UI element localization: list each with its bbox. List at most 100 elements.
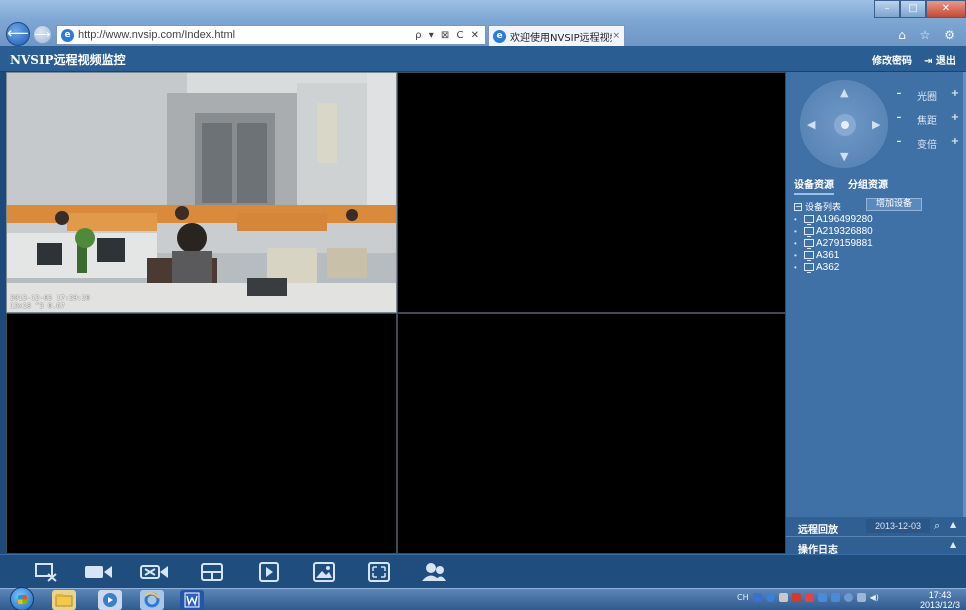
tab-ie-icon: e: [493, 29, 506, 43]
clock-date: 2013/12/3: [919, 600, 960, 610]
monitor-icon: [804, 263, 814, 273]
record-icon[interactable]: [84, 560, 112, 584]
focus-minus-button[interactable]: –: [894, 112, 904, 127]
tab-device-resources[interactable]: 设备资源: [794, 176, 834, 195]
close-all-video-icon[interactable]: [32, 560, 60, 584]
video-window-2[interactable]: [397, 72, 786, 313]
ptz-center-button[interactable]: [834, 114, 856, 136]
timestamp-line-1: 2013-12-03 17:29:20: [10, 294, 91, 302]
iris-control: – 光圈 +: [894, 88, 960, 103]
focus-control: – 焦距 +: [894, 112, 960, 127]
add-device-button[interactable]: 增加设备: [866, 198, 922, 211]
tray-app-icon[interactable]: [752, 593, 762, 602]
logout-icon: ⇥: [924, 56, 933, 67]
focus-plus-button[interactable]: +: [950, 112, 960, 127]
input-language[interactable]: CH: [737, 593, 749, 602]
internet-explorer-icon[interactable]: [140, 590, 164, 610]
help-icon[interactable]: [765, 593, 775, 602]
device-node[interactable]: • A279159881: [794, 237, 873, 249]
forward-button[interactable]: ⟶: [33, 25, 52, 44]
video-window-4[interactable]: [397, 313, 786, 554]
address-tools[interactable]: ρ ▾ ⊠ C ✕: [415, 30, 485, 41]
video-window-3[interactable]: [6, 313, 397, 554]
stop-record-icon[interactable]: [140, 560, 168, 584]
minimize-button[interactable]: –: [874, 0, 900, 18]
device-id: A361: [816, 249, 840, 261]
ptz-center-dot: [841, 121, 849, 129]
system-tray: CH ◀): [737, 593, 879, 602]
tray-shield-icon[interactable]: [817, 593, 827, 602]
timestamp-line-2: 13x18 ^3 0.67: [10, 302, 65, 310]
monitor-icon: [804, 227, 814, 237]
wps-writer-icon[interactable]: [180, 590, 204, 610]
ptz-right-icon[interactable]: ▶: [872, 119, 880, 130]
operation-log-bar: 操作日志 ▲: [786, 536, 966, 556]
expand-up-icon[interactable]: ▲: [950, 540, 956, 549]
start-button[interactable]: [10, 587, 34, 610]
browser-chrome: ⟵ ⟶ e http://www.nvsip.com/Index.html ρ …: [0, 0, 966, 46]
iris-label: 光圈: [917, 92, 937, 103]
device-node[interactable]: • A361: [794, 249, 873, 261]
iris-minus-button[interactable]: –: [894, 88, 904, 103]
tray-antivirus-icon[interactable]: [791, 593, 801, 602]
bottom-toolbar: [0, 554, 966, 588]
ptz-direction-pad[interactable]: ▲ ▼ ◀ ▶: [800, 80, 888, 168]
monitor-icon: [804, 251, 814, 261]
device-id: A196499280: [816, 213, 873, 225]
iris-plus-button[interactable]: +: [950, 88, 960, 103]
search-icon[interactable]: ⌕: [934, 519, 940, 533]
device-node[interactable]: • A219326880: [794, 225, 873, 237]
maximize-button[interactable]: □: [900, 0, 926, 18]
tree-bullet-icon: •: [794, 262, 797, 272]
network-icon[interactable]: [856, 593, 866, 602]
app-title: NVSIP远程视频监控: [10, 53, 126, 67]
zoom-minus-button[interactable]: –: [894, 136, 904, 151]
tab-title: 欢迎使用NVSIP远程视频监...: [510, 32, 612, 44]
tray-update-icon[interactable]: [830, 593, 840, 602]
ptz-up-icon[interactable]: ▲: [840, 87, 848, 98]
media-player-icon[interactable]: [98, 590, 122, 610]
tray-network-icon[interactable]: [843, 593, 853, 602]
device-tree: • A196499280 • A219326880 • A279159881 •…: [794, 213, 873, 273]
zoom-plus-button[interactable]: +: [950, 136, 960, 151]
browser-tab[interactable]: e 欢迎使用NVSIP远程视频监... ×: [488, 25, 625, 46]
clock-time: 17:43: [928, 590, 952, 600]
video-timestamp: 2013-12-03 17:29:20 13x18 ^3 0.67: [10, 294, 90, 310]
system-clock[interactable]: 17:43 2013/12/3: [920, 590, 960, 610]
home-favorites-settings-icons[interactable]: ⌂ ☆ ⚙: [898, 28, 960, 42]
tree-bullet-icon: •: [794, 238, 797, 248]
volume-icon[interactable]: ◀): [870, 593, 879, 602]
logout-link[interactable]: ⇥ 退出: [924, 52, 956, 67]
monitor-icon: [804, 239, 814, 249]
fullscreen-icon[interactable]: [365, 560, 393, 584]
tab-close-icon[interactable]: ×: [612, 31, 620, 41]
change-password-link[interactable]: 修改密码: [872, 52, 912, 67]
playback-label[interactable]: 远程回放: [798, 521, 838, 536]
url-text[interactable]: http://www.nvsip.com/Index.html: [78, 29, 235, 41]
zoom-label: 变倍: [917, 140, 937, 151]
play-icon[interactable]: [255, 560, 283, 584]
snapshot-icon[interactable]: [310, 560, 338, 584]
ptz-left-icon[interactable]: ◀: [807, 119, 815, 130]
tray-pen-icon[interactable]: [778, 593, 788, 602]
users-icon[interactable]: [420, 560, 448, 584]
collapse-icon[interactable]: −: [794, 202, 802, 211]
device-list-header[interactable]: − 设备列表: [794, 200, 841, 213]
video-window-1[interactable]: 2013-12-03 17:29:20 13x18 ^3 0.67: [6, 72, 397, 313]
split-screen-icon[interactable]: [198, 560, 226, 584]
focus-label: 焦距: [917, 116, 937, 127]
back-button[interactable]: ⟵: [6, 22, 30, 46]
tree-bullet-icon: •: [794, 226, 797, 236]
ptz-down-icon[interactable]: ▼: [840, 151, 848, 162]
ie-page-icon: e: [61, 28, 74, 42]
close-button[interactable]: ✕: [926, 0, 966, 18]
device-node[interactable]: • A362: [794, 261, 873, 273]
device-node[interactable]: • A196499280: [794, 213, 873, 225]
playback-date-input[interactable]: 2013-12-03: [866, 519, 930, 533]
tray-security-icon[interactable]: [804, 593, 814, 602]
tab-group-resources[interactable]: 分组资源: [848, 176, 888, 195]
file-explorer-icon[interactable]: [52, 590, 76, 610]
expand-up-icon[interactable]: ▲: [950, 520, 956, 529]
os-taskbar: CH ◀) 17:43 2013/12/3: [0, 587, 966, 610]
address-bar[interactable]: e http://www.nvsip.com/Index.html ρ ▾ ⊠ …: [56, 25, 486, 45]
